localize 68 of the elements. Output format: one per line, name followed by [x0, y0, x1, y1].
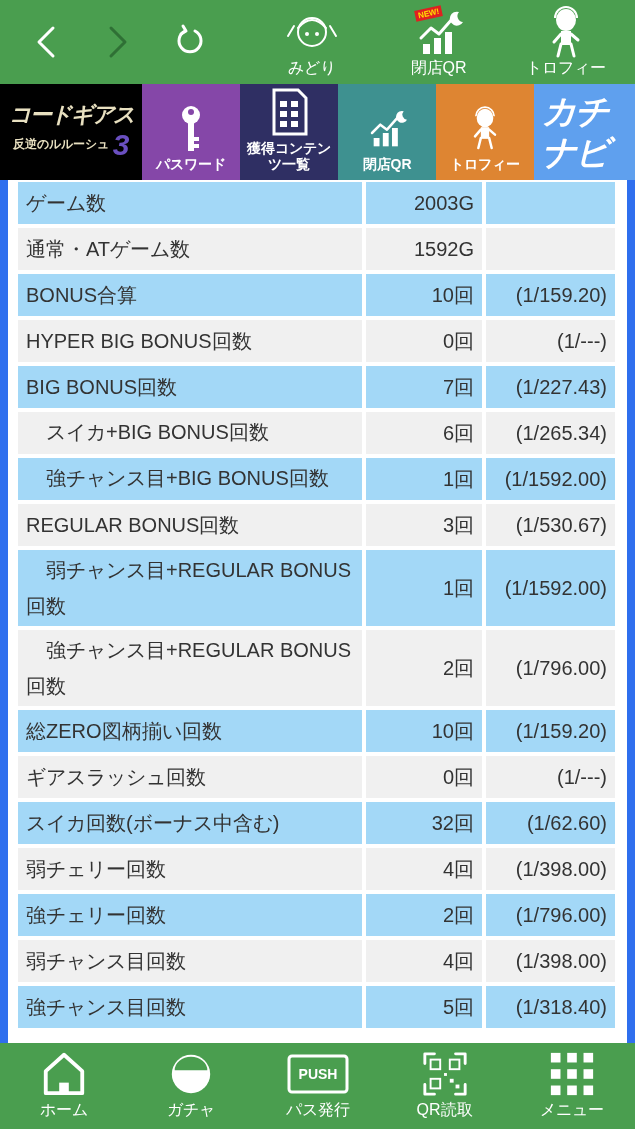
table-cell: 4回	[366, 940, 482, 982]
navi-banner[interactable]: カチ ナビ	[534, 84, 635, 180]
menu-tile[interactable]: 閉店QR	[338, 84, 436, 180]
table-cell: 1回	[366, 458, 482, 500]
logo-number: 3	[112, 127, 130, 161]
toolbar-button[interactable]: 閉店QR NEW!	[375, 5, 502, 79]
navi-title: カチ	[541, 91, 611, 132]
nav-button[interactable]: QR読取	[381, 1043, 508, 1129]
table-cell: (1/796.00)	[486, 630, 615, 706]
table-cell: 2003G	[366, 182, 482, 224]
table-cell: 0回	[366, 756, 482, 798]
table-cell: 弱チャンス目回数	[18, 940, 362, 982]
table-cell: (1/159.20)	[486, 710, 615, 752]
table-cell: BONUS合算	[18, 274, 362, 316]
table-cell: 弱チェリー回数	[18, 848, 362, 890]
table-cell: (1/---)	[486, 756, 615, 798]
table-cell: 強チェリー回数	[18, 894, 362, 936]
table-cell: 7回	[366, 366, 482, 408]
table-cell: ギアスラッシュ回数	[18, 756, 362, 798]
table-cell: 弱チャンス目+REGULAR BONUS回数	[18, 550, 362, 626]
toolbar-button[interactable]: トロフィー	[502, 5, 629, 79]
table-cell: (1/796.00)	[486, 894, 615, 936]
table-cell: (1/159.20)	[486, 274, 615, 316]
table-cell: 10回	[366, 710, 482, 752]
table-cell: (1/227.43)	[486, 366, 615, 408]
table-cell: 2回	[366, 894, 482, 936]
table-cell: (1/398.00)	[486, 848, 615, 890]
table-cell: 0回	[366, 320, 482, 362]
nav-button[interactable]: ホーム	[0, 1043, 127, 1129]
new-badge: NEW!	[414, 4, 444, 22]
table-cell: 6回	[366, 412, 482, 454]
table-cell: 32回	[366, 802, 482, 844]
toolbar-button[interactable]: みどり	[248, 5, 375, 79]
table-cell: REGULAR BONUS回数	[18, 504, 362, 546]
menu-tile[interactable]: パスワード	[142, 84, 240, 180]
table-cell: (1/62.60)	[486, 802, 615, 844]
table-cell: 10回	[366, 274, 482, 316]
table-cell: (1/398.00)	[486, 940, 615, 982]
table-cell: (1/1592.00)	[486, 458, 615, 500]
table-cell: (1/318.40)	[486, 986, 615, 1028]
table-cell: (1/1592.00)	[486, 550, 615, 626]
table-cell: 強チャンス目+REGULAR BONUS回数	[18, 630, 362, 706]
navi-subtitle: ナビ	[540, 132, 616, 173]
table-cell: 1回	[366, 550, 482, 626]
nav-button[interactable]: ガチャ	[127, 1043, 254, 1129]
menu-tile[interactable]: トロフィー	[436, 84, 534, 180]
table-cell: (1/---)	[486, 320, 615, 362]
table-cell: 強チャンス目回数	[18, 986, 362, 1028]
table-cell: 1592G	[366, 228, 482, 270]
nav-button[interactable]: メニュー	[508, 1043, 635, 1129]
logo-title: コードギアス	[8, 103, 134, 128]
nav-button[interactable]: PUSH パス発行	[254, 1043, 381, 1129]
table-cell: 3回	[366, 504, 482, 546]
logo-subtitle: 反逆のルルーシュ	[12, 137, 109, 151]
table-cell: スイカ+BIG BONUS回数	[18, 412, 362, 454]
menu-tile[interactable]: 獲得コンテンツ一覧	[240, 84, 338, 180]
table-cell: 総ZERO図柄揃い回数	[18, 710, 362, 752]
table-cell: BIG BONUS回数	[18, 366, 362, 408]
table-cell: スイカ回数(ボーナス中含む)	[18, 802, 362, 844]
table-cell: (1/530.67)	[486, 504, 615, 546]
table-cell: 4回	[366, 848, 482, 890]
table-cell: 2回	[366, 630, 482, 706]
table-cell: HYPER BIG BONUS回数	[18, 320, 362, 362]
table-cell: (1/265.34)	[486, 412, 615, 454]
table-cell: 強チャンス目+BIG BONUS回数	[18, 458, 362, 500]
table-cell: 5回	[366, 986, 482, 1028]
table-cell: 通常・ATゲーム数	[18, 228, 362, 270]
table-cell: ゲーム数	[18, 182, 362, 224]
